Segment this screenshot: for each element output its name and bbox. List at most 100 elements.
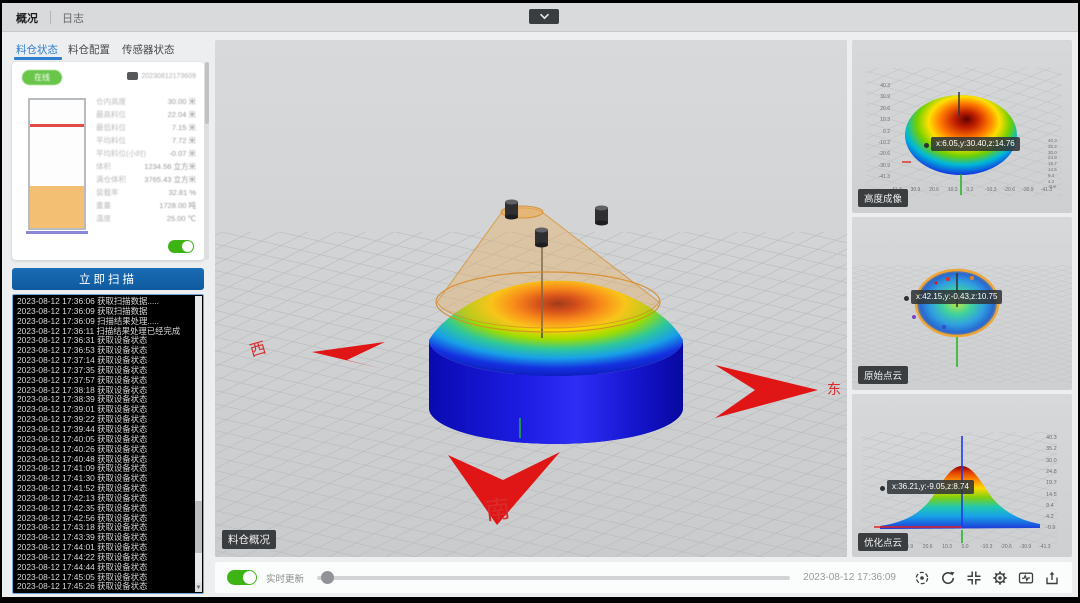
compass-char-west: 西	[248, 340, 268, 361]
stats-list: 仓内高度 30.00 米最高料位 22.04 米最低料位 7.15 米平均料位 7.72…	[96, 95, 196, 225]
panel-raw-cloud[interactable]: x:42.15,y:-0.43,z:10.75 原始点云	[852, 217, 1072, 390]
panel-label-raw-cloud: 原始点云	[858, 366, 909, 384]
axis-tick-label: 10.3	[880, 117, 890, 124]
sidebar-scrollbar[interactable]	[205, 62, 209, 260]
collapse-icon[interactable]	[965, 569, 982, 586]
axis-tick-label: -30.9	[878, 162, 890, 169]
axis-tick-label: 35.2	[1046, 446, 1057, 453]
panel-label-opt-cloud: 优化点云	[858, 533, 909, 551]
log-scrollbar-thumb[interactable]	[195, 501, 202, 553]
toggle-knob	[243, 571, 256, 584]
sidebar-tab-sensor-status[interactable]: 传感器状态	[122, 42, 175, 57]
height-map-scene	[866, 68, 1062, 196]
axis-tick-label: 35.2	[1048, 143, 1057, 149]
stat-row: 最高料位 22.04 米	[96, 110, 196, 119]
timeline-slider[interactable]	[317, 570, 791, 585]
tab-log[interactable]: 日志	[62, 10, 84, 26]
axis-tick-label: -41.3	[1039, 544, 1051, 550]
export-icon[interactable]	[1043, 569, 1060, 586]
axis-tick-label: 30.9	[910, 187, 921, 193]
tank-base-line	[26, 231, 88, 234]
axis-tick-label: 24.8	[1046, 468, 1057, 475]
log-lines: 2023-08-12 17:36:06 获取扫描数据..... 2023-08-1…	[13, 295, 203, 592]
axis-tick-label: 20.6	[880, 105, 890, 112]
axis-tick-label: 14.5	[1046, 491, 1057, 498]
collapse-header-button[interactable]	[529, 9, 559, 24]
compass-arrow-west	[312, 342, 387, 370]
sensor-2	[535, 227, 548, 248]
silo-3d-scene: 西 南 东	[215, 199, 847, 557]
monitor-icon[interactable]	[1017, 569, 1034, 586]
axis-tick-label: -30.9	[1019, 544, 1032, 550]
axis-tick-label: 30.9	[880, 94, 890, 101]
scroll-down-icon[interactable]: ▼	[195, 583, 202, 592]
sidebar-tab-silo-config[interactable]: 料仓配置	[68, 42, 110, 57]
axis-tick-label: -10.2	[878, 140, 890, 146]
active-tab-underline	[14, 57, 62, 60]
sensor-1	[505, 199, 518, 220]
silo-tank-graphic	[28, 98, 86, 230]
log-line: 2023-08-12 17:45:26 获取设备状态	[17, 581, 148, 592]
screen-edge-left	[0, 0, 2, 603]
refresh-icon[interactable]	[939, 569, 956, 586]
sidebar-scrollbar-thumb[interactable]	[205, 62, 209, 124]
axis-tick-label: 4.2	[1046, 514, 1054, 521]
height-dome	[905, 95, 1017, 175]
cloud-profile	[880, 466, 1040, 529]
screen-edge-bottom	[0, 597, 1080, 603]
scan-now-button[interactable]: 立即扫描	[12, 268, 204, 290]
probe-dot	[904, 296, 909, 301]
device-chip-icon	[127, 72, 139, 80]
device-id-text: 20230812173609	[141, 72, 196, 80]
silo-status-card: 在线 20230812173609 仓内高度 30.00 米最高料位 22.04 米…	[12, 62, 204, 260]
cloud-dot	[934, 281, 938, 285]
header-bar: 概况 日志	[2, 3, 1078, 32]
sensor-3	[595, 205, 608, 226]
axis-tick-label: 20.6	[922, 544, 933, 550]
panel-label-height-map: 高度成像	[858, 189, 909, 207]
settings-icon[interactable]	[991, 569, 1008, 586]
axis-tick-label: 19.7	[1046, 480, 1057, 487]
axis-tick-label: 10.3	[942, 544, 952, 550]
axis-tick-label: 4.2	[1048, 178, 1055, 184]
stat-row: 最低料位 7.15 米	[96, 123, 196, 132]
realtime-label: 实时更新	[266, 573, 305, 585]
header-divider	[50, 11, 51, 24]
app-window: 概况 日志 料仓状态 料仓配置 传感器状态 在线 20230812173609 …	[0, 0, 1080, 603]
sidebar-tab-silo-status[interactable]: 料仓状态	[16, 42, 58, 57]
slider-handle[interactable]	[321, 571, 335, 584]
panel-opt-cloud[interactable]: x:36.21,y:-9.05,z:8.74 优化点云 40.3 35.2 30.0…	[852, 394, 1072, 557]
stat-row: 仓内高度 30.00 米	[96, 97, 196, 106]
cloud-dot	[942, 325, 946, 329]
axis-tick-label: -0.9	[1048, 184, 1056, 190]
stat-row: 平均料位 7.72 米	[96, 136, 196, 145]
card-toggle[interactable]	[168, 240, 194, 253]
raw-cloud-tooltip: x:42.15,y:-0.43,z:10.75	[911, 290, 1003, 304]
axis-tick-label: 0.2	[966, 187, 974, 193]
panel-height-map[interactable]: x:6.05,y:30.40,z:14.76 高度成像 40.3 30.9 20.6…	[852, 40, 1072, 213]
cloud-dot	[912, 315, 916, 319]
probe-dot	[880, 486, 885, 491]
chevron-down-icon	[539, 13, 549, 20]
axis-tick-label: 0.2	[883, 128, 890, 135]
stat-row: 体积 1234.56 立方米	[96, 162, 196, 171]
tab-overview[interactable]: 概况	[16, 10, 38, 26]
tank-alarm-line	[30, 124, 84, 127]
stat-row: 平均料位(小时) -0.07 米	[96, 149, 196, 158]
cloud-dot	[946, 277, 950, 281]
cloud-dot	[970, 276, 974, 280]
main-3d-viewport[interactable]: 西 南 东 料仓概况	[215, 40, 847, 557]
probe-dot	[924, 143, 929, 148]
axis-tick-label: -30.9	[1022, 187, 1034, 193]
toggle-knob	[182, 241, 193, 252]
compass-char-south: 南	[484, 495, 512, 526]
log-console[interactable]: 2023-08-12 17:36:06 获取扫描数据..... 2023-08-1…	[12, 294, 204, 594]
aperture-icon[interactable]	[913, 569, 930, 586]
realtime-toggle[interactable]	[227, 570, 257, 585]
axis-tick-label: 10.3	[947, 187, 958, 193]
axis-tick-label: 19.7	[1048, 161, 1057, 167]
axis-tick-label: 30.0	[1048, 149, 1057, 155]
device-info: 20230812173609	[127, 72, 196, 80]
axis-tick-label: -10.3	[985, 187, 997, 193]
axis-tick-label: -0.9	[1046, 525, 1056, 532]
